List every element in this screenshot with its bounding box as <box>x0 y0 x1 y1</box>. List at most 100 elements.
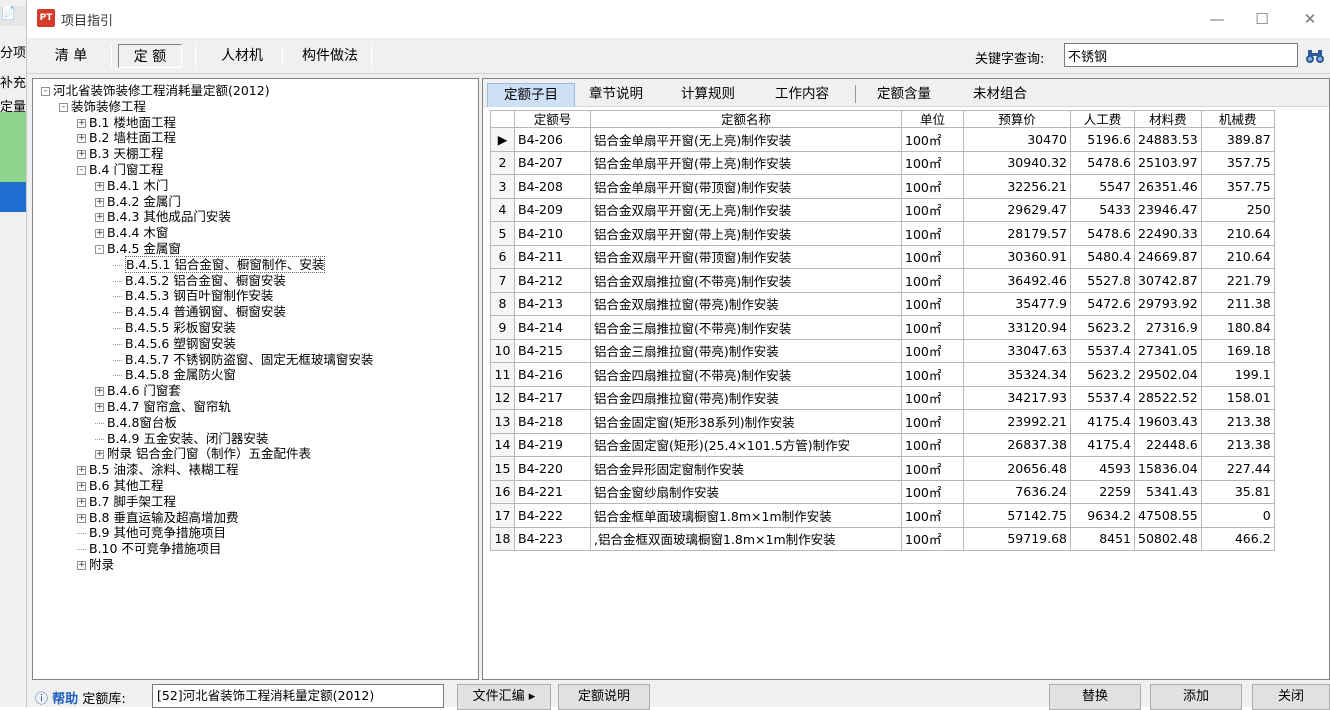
tree-node[interactable]: + B.4.6 门窗套 <box>95 383 181 399</box>
row-number[interactable]: 8 <box>490 291 515 316</box>
binoculars-search-icon[interactable] <box>1305 48 1327 66</box>
quota-notes-button[interactable]: 定额说明 <box>558 684 650 710</box>
row-number[interactable]: 15 <box>490 456 515 481</box>
row-number[interactable]: 7 <box>490 268 515 293</box>
tab-material-combo[interactable]: 未材组合 <box>965 83 1035 107</box>
tree-node[interactable]: B.4.5.6 塑钢窗安装 <box>113 336 236 352</box>
collapse-icon[interactable]: - <box>41 87 50 96</box>
tree-node[interactable]: B.4.9 五金安装、闭门器安装 <box>95 431 268 447</box>
table-row[interactable]: ▶ B4-206 铝合金单扇平开窗(无上亮)制作安装 100㎡ 30470 5196.6 2… <box>490 127 1275 152</box>
expand-icon[interactable]: + <box>77 150 86 160</box>
tree-node[interactable]: B.4.5.7 不锈钢防盗窗、固定无框玻璃窗安装 <box>113 352 373 368</box>
tree-node[interactable]: B.4.5.4 普通钢窗、橱窗安装 <box>113 304 286 320</box>
tab-quota-items[interactable]: 定额子目 <box>487 83 575 107</box>
tree-node[interactable]: B.10 不可竞争措施项目 <box>77 541 221 557</box>
table-row[interactable]: 10 B4-215 铝合金三扇推拉窗(带亮)制作安装 100㎡ 33047.63 5537… <box>490 338 1275 363</box>
column-header[interactable]: 预算价 <box>963 110 1071 128</box>
tab-quota-content[interactable]: 定额含量 <box>869 83 939 107</box>
tree-node[interactable]: B.4.8窗台板 <box>95 415 177 431</box>
collapse-icon[interactable]: - <box>77 166 86 175</box>
tree-node[interactable]: + 附录 <box>77 557 114 573</box>
table-row[interactable]: 4 B4-209 铝合金双扇平开窗(无上亮)制作安装 100㎡ 29629.47 5433… <box>490 197 1275 222</box>
expand-icon[interactable]: + <box>95 197 104 207</box>
expand-icon[interactable]: + <box>77 513 86 523</box>
expand-icon[interactable]: + <box>95 403 104 412</box>
column-header[interactable]: 定额号 <box>514 110 591 128</box>
help-link[interactable]: ⓘ 帮助 定额库: <box>35 688 126 707</box>
expand-icon[interactable]: + <box>77 497 86 507</box>
tree-node[interactable]: + B.2 墙柱面工程 <box>77 130 176 146</box>
table-row[interactable]: 14 B4-219 铝合金固定窗(矩形)(25.4×101.5方管)制作安 100㎡ 2… <box>490 432 1275 457</box>
tab-chapter-notes[interactable]: 章节说明 <box>581 83 651 107</box>
current-row-pointer-icon[interactable]: ▶ <box>490 127 515 152</box>
tree-node[interactable]: B.9 其他可竞争措施项目 <box>77 525 226 541</box>
expand-icon[interactable]: + <box>77 482 86 491</box>
table-row[interactable]: 11 B4-216 铝合金四扇推拉窗(不带亮)制作安装 100㎡ 35324.34 562… <box>490 362 1275 387</box>
expand-icon[interactable]: + <box>77 466 86 476</box>
column-header[interactable]: 定额名称 <box>590 110 902 128</box>
close-icon[interactable]: ✕ <box>1290 6 1330 32</box>
table-row[interactable]: 15 B4-220 铝合金异形固定窗制作安装 100㎡ 20656.48 4593 1583… <box>490 456 1275 481</box>
row-number[interactable]: 13 <box>490 409 515 434</box>
table-row[interactable]: 18 B4-223 ,铝合金框双面玻璃橱窗1.8m×1m制作安装 100㎡ 59719.… <box>490 526 1275 551</box>
row-number[interactable]: 11 <box>490 362 515 387</box>
row-number[interactable]: 10 <box>490 338 515 363</box>
row-number[interactable]: 4 <box>490 197 515 222</box>
tree-node[interactable]: B.4.5.5 彩板窗安装 <box>113 320 236 336</box>
tree-node[interactable]: + B.4.1 木门 <box>95 178 168 194</box>
tree-node[interactable]: B.4.5.3 钢百叶窗制作安装 <box>113 288 273 304</box>
column-header[interactable]: 材料费 <box>1134 110 1202 128</box>
table-row[interactable]: 12 B4-217 铝合金四扇推拉窗(带亮)制作安装 100㎡ 34217.93 5537… <box>490 385 1275 410</box>
row-number[interactable]: 3 <box>490 174 515 199</box>
column-header[interactable]: 人工费 <box>1070 110 1135 128</box>
expand-icon[interactable]: + <box>95 387 104 397</box>
table-row[interactable]: 7 B4-212 铝合金双扇推拉窗(不带亮)制作安装 100㎡ 36492.46 5527… <box>490 268 1275 293</box>
expand-icon[interactable]: + <box>95 229 104 239</box>
minimize-icon[interactable]: — <box>1197 6 1237 32</box>
row-number[interactable]: 14 <box>490 432 515 457</box>
expand-icon[interactable]: + <box>77 118 86 128</box>
row-number[interactable]: 12 <box>490 385 515 410</box>
tab-bill[interactable]: 清 单 <box>41 44 101 68</box>
tab-labor-material-machine[interactable]: 人材机 <box>207 44 277 68</box>
column-header[interactable]: 单位 <box>901 110 964 128</box>
replace-button[interactable]: 替换 <box>1049 684 1141 710</box>
tree-node[interactable]: - B.4 门窗工程 <box>77 162 163 178</box>
tree-node[interactable]: - 河北省装饰装修工程消耗量定额(2012) <box>41 83 270 99</box>
row-number[interactable]: 18 <box>490 526 515 551</box>
expand-icon[interactable]: + <box>95 181 104 191</box>
add-button[interactable]: 添加 <box>1150 684 1242 710</box>
tab-calc-rules[interactable]: 计算规则 <box>673 83 743 107</box>
tree-node[interactable]: + B.4.4 木窗 <box>95 225 168 241</box>
tab-work-content[interactable]: 工作内容 <box>767 83 837 107</box>
tree-node[interactable]: - 装饰装修工程 <box>59 99 146 115</box>
tree-node[interactable]: + B.4.2 金属门 <box>95 194 181 210</box>
expand-icon[interactable]: + <box>77 134 86 144</box>
collapse-icon[interactable]: - <box>59 102 68 112</box>
tree-node[interactable]: + B.4.3 其他成品门安装 <box>95 209 231 225</box>
table-row[interactable]: 2 B4-207 铝合金单扇平开窗(带上亮)制作安装 100㎡ 30940.32 5478… <box>490 150 1275 175</box>
row-number[interactable]: 9 <box>490 315 515 340</box>
strip-item-1[interactable]: 补充 <box>0 72 26 91</box>
tree-node[interactable]: + 附录 铝合金门窗（制作）五金配件表 <box>95 446 311 462</box>
table-row[interactable]: 13 B4-218 铝合金固定窗(矩形38系列)制作安装 100㎡ 23992.21 41… <box>490 409 1275 434</box>
tab-quota[interactable]: 定 额 <box>118 44 182 68</box>
tree-node[interactable]: + B.8 垂直运输及超高增加费 <box>77 510 238 526</box>
tree-node[interactable]: + B.4.7 窗帘盒、窗帘轨 <box>95 399 231 415</box>
table-row[interactable]: 16 B4-221 铝合金窗纱扇制作安装 100㎡ 7636.24 2259 5341.43… <box>490 479 1275 504</box>
close-button[interactable]: 关闭 <box>1252 684 1330 710</box>
maximize-icon[interactable]: ☐ <box>1242 6 1282 32</box>
row-number[interactable]: 16 <box>490 479 515 504</box>
table-row[interactable]: 17 B4-222 铝合金框单面玻璃橱窗1.8m×1m制作安装 100㎡ 57142.7… <box>490 503 1275 528</box>
row-number[interactable]: 17 <box>490 503 515 528</box>
row-number[interactable]: 5 <box>490 221 515 246</box>
table-row[interactable]: 5 B4-210 铝合金双扇平开窗(带上亮)制作安装 100㎡ 28179.57 5478… <box>490 221 1275 246</box>
table-row[interactable]: 6 B4-211 铝合金双扇平开窗(带顶窗)制作安装 100㎡ 30360.91 5480… <box>490 244 1275 269</box>
strip-item-0[interactable]: 分项 <box>0 42 26 61</box>
tree-node[interactable]: + B.3 天棚工程 <box>77 146 163 162</box>
tree-node[interactable]: + B.6 其他工程 <box>77 478 163 494</box>
tree-node[interactable]: B.4.5.2 铝合金窗、橱窗安装 <box>113 273 286 289</box>
tab-component-method[interactable]: 构件做法 <box>289 44 371 68</box>
tree-node[interactable]: B.4.5.8 金属防火窗 <box>113 367 236 383</box>
expand-icon[interactable]: + <box>95 450 104 460</box>
